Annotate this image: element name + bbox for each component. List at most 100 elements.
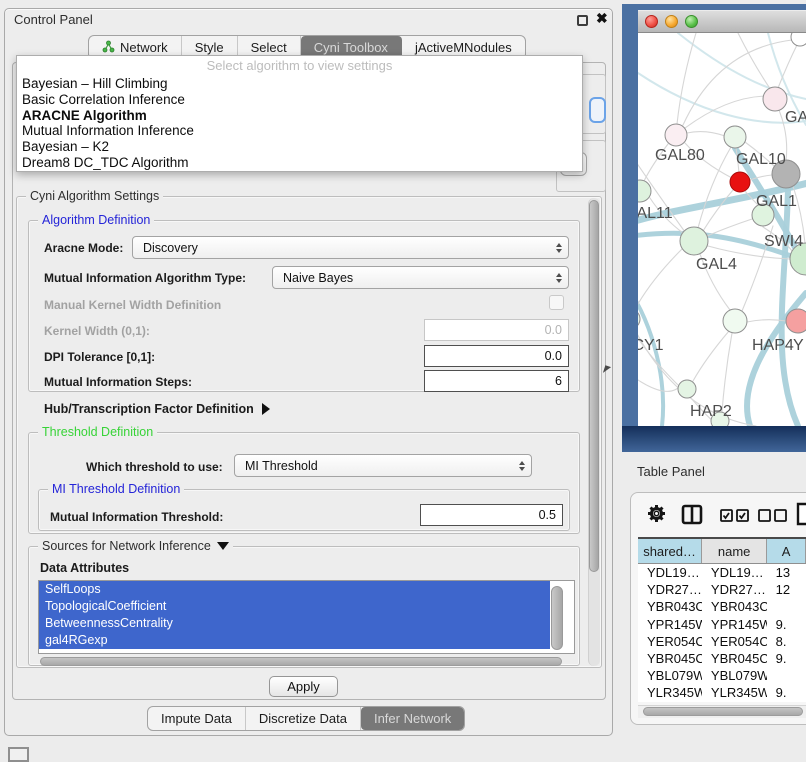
mi-type-value: Naive Bayes — [283, 271, 353, 285]
combo-spinner-icon — [556, 243, 562, 253]
network-edge — [693, 331, 729, 381]
table-row[interactable]: YLR345WYLR345W9. — [638, 684, 806, 701]
table-row[interactable]: YBR043CYBR043C — [638, 598, 806, 615]
inference-algorithm-combobox-fragment[interactable] — [589, 97, 606, 123]
table-row[interactable]: YIL052CYIL052C8 — [638, 702, 806, 703]
table-cell: 9. — [767, 651, 806, 666]
column-header-a[interactable]: A — [767, 539, 806, 563]
apply-button[interactable]: Apply — [269, 676, 338, 697]
zoom-traffic-light-icon[interactable] — [685, 15, 698, 28]
mi-threshold-field[interactable]: 0.5 — [420, 504, 563, 526]
document-icon[interactable] — [796, 502, 806, 531]
gear-icon[interactable] — [646, 503, 667, 529]
table-header-row: shared…nameA — [638, 539, 806, 564]
mi-threshold-group-title: MI Threshold Definition — [48, 482, 184, 496]
tab-label: Impute Data — [161, 711, 232, 726]
sources-group-title[interactable]: Sources for Network Inference — [38, 539, 233, 553]
control-panel-title: Control Panel — [14, 12, 93, 27]
network-edge — [687, 132, 725, 136]
network-node-hap4[interactable] — [723, 309, 747, 333]
attributes-hscrollbar-thumb[interactable] — [40, 657, 562, 666]
table-cell: 9. — [767, 685, 806, 700]
split-columns-icon[interactable] — [681, 504, 703, 530]
deselect-all-checkboxes-icon[interactable] — [758, 509, 788, 527]
attribute-item-selfloops[interactable]: SelfLoops — [39, 581, 550, 598]
close-panel-icon[interactable]: ✖ — [596, 10, 608, 27]
network-node-gal80[interactable] — [665, 124, 687, 146]
network-node-y[interactable] — [786, 309, 806, 333]
table-hscrollbar-thumb[interactable] — [643, 707, 803, 716]
table-cell: YLR345W — [702, 685, 767, 700]
network-node-gal4[interactable] — [680, 227, 708, 255]
data-attributes-list[interactable]: SelfLoopsTopologicalCoefficientBetweenne… — [38, 580, 575, 654]
network-edge — [707, 219, 752, 236]
table-row[interactable]: YBR045CYBR045C9. — [638, 650, 806, 667]
mi-threshold-label: Mutual Information Threshold: — [50, 510, 223, 524]
algorithm-dropdown-items: Bayesian – Hill ClimbingBasic Correlatio… — [17, 76, 582, 171]
dpi-tolerance-field[interactable]: 0.0 — [424, 345, 569, 367]
minimized-panel-icon[interactable] — [8, 747, 29, 762]
select-all-checkboxes-icon[interactable] — [720, 509, 750, 527]
algorithm-option-mutual-information-inference[interactable]: Mutual Information Inference — [17, 123, 582, 139]
algorithm-option-aracne-algorithm[interactable]: ARACNE Algorithm — [17, 108, 582, 124]
attributes-list-scrollbar-thumb[interactable] — [551, 586, 563, 650]
network-node-gal11[interactable] — [638, 180, 651, 202]
algorithm-option-dream8-dc-tdc-algorithm[interactable]: Dream8 DC_TDC Algorithm — [17, 155, 582, 171]
table-row[interactable]: YBL079WYBL079W — [638, 667, 806, 684]
which-threshold-combobox[interactable]: MI Threshold — [234, 454, 532, 477]
table-row[interactable]: YPR145WYPR145W9. — [638, 616, 806, 633]
sources-title-label: Sources for Network Inference — [42, 539, 211, 553]
screenshot-root: Control Panel ✖ NetworkStyleSelectCyni T… — [0, 0, 806, 762]
data-attributes-label: Data Attributes — [40, 561, 129, 575]
which-threshold-value: MI Threshold — [245, 459, 318, 473]
column-header-shared[interactable]: shared… — [638, 539, 702, 563]
table-cell: YBR043C — [702, 599, 767, 614]
close-traffic-light-icon[interactable] — [645, 15, 658, 28]
mi-steps-field[interactable]: 6 — [424, 370, 569, 392]
manual-kernel-checkbox[interactable] — [549, 295, 564, 310]
column-header-name[interactable]: name — [702, 539, 767, 563]
tab-label: Infer Network — [374, 711, 451, 726]
table-panel-title: Table Panel — [637, 464, 705, 479]
settings-scrollbar-thumb[interactable] — [589, 200, 599, 572]
network-node[interactable] — [791, 33, 806, 46]
attribute-item-gal4rgexp[interactable]: gal4RGexp — [39, 632, 550, 649]
network-node-hap2[interactable] — [678, 380, 696, 398]
network-window-frame-bottom — [622, 426, 806, 452]
node-attribute-table: shared…nameA YDL19…YDL19…13YDR27…YDR27…1… — [638, 537, 806, 702]
dpi-tolerance-label: DPI Tolerance [0,1]: — [44, 350, 155, 364]
table-row[interactable]: YER054CYER054C8. — [638, 633, 806, 650]
tab-label: Discretize Data — [259, 711, 347, 726]
network-node-gal10[interactable] — [724, 126, 746, 148]
network-node[interactable] — [730, 172, 750, 192]
node-label-swi4: SWI4 — [764, 233, 803, 250]
table-row[interactable]: YDR27…YDR27…12 — [638, 581, 806, 598]
mi-type-combobox[interactable]: Naive Bayes — [272, 266, 569, 289]
network-node-gal[interactable] — [763, 87, 787, 111]
algorithm-option-bayesian-k2[interactable]: Bayesian – K2 — [17, 139, 582, 155]
table-cell: YBR045C — [702, 651, 767, 666]
table-row[interactable]: YDL19…YDL19…13 — [638, 564, 806, 581]
minimize-traffic-light-icon[interactable] — [665, 15, 678, 28]
table-cell: YBR043C — [638, 599, 702, 614]
tab-discretize-data[interactable]: Discretize Data — [246, 707, 361, 730]
tab-impute-data[interactable]: Impute Data — [148, 707, 246, 730]
table-cell: YPR145W — [638, 617, 702, 632]
attribute-item-topologicalcoefficient[interactable]: TopologicalCoefficient — [39, 598, 550, 615]
network-icon — [102, 40, 115, 56]
node-label-gal80: GAL80 — [655, 147, 705, 164]
network-edge — [683, 40, 792, 125]
table-cell: YER054C — [702, 634, 767, 649]
kernel-width-field[interactable]: 0.0 — [424, 319, 569, 341]
network-window-titlebar[interactable] — [638, 10, 806, 33]
table-cell: YDR27… — [638, 582, 702, 597]
network-canvas[interactable]: GALGAL80GAL10GAL1GAL11SWI4GAL4GCY1HAP4YH… — [638, 33, 806, 426]
manual-kernel-label: Manual Kernel Width Definition — [44, 298, 221, 312]
algorithm-option-bayesian-hill-climbing[interactable]: Bayesian – Hill Climbing — [17, 76, 582, 92]
algorithm-option-basic-correlation-inference[interactable]: Basic Correlation Inference — [17, 92, 582, 108]
float-window-icon[interactable] — [577, 15, 588, 26]
aracne-mode-combobox[interactable]: Discovery — [132, 236, 569, 259]
tab-infer-network[interactable]: Infer Network — [361, 707, 464, 730]
hub-definition-toggle[interactable]: Hub/Transcription Factor Definition — [44, 402, 270, 416]
attribute-item-betweennesscentrality[interactable]: BetweennessCentrality — [39, 615, 550, 632]
